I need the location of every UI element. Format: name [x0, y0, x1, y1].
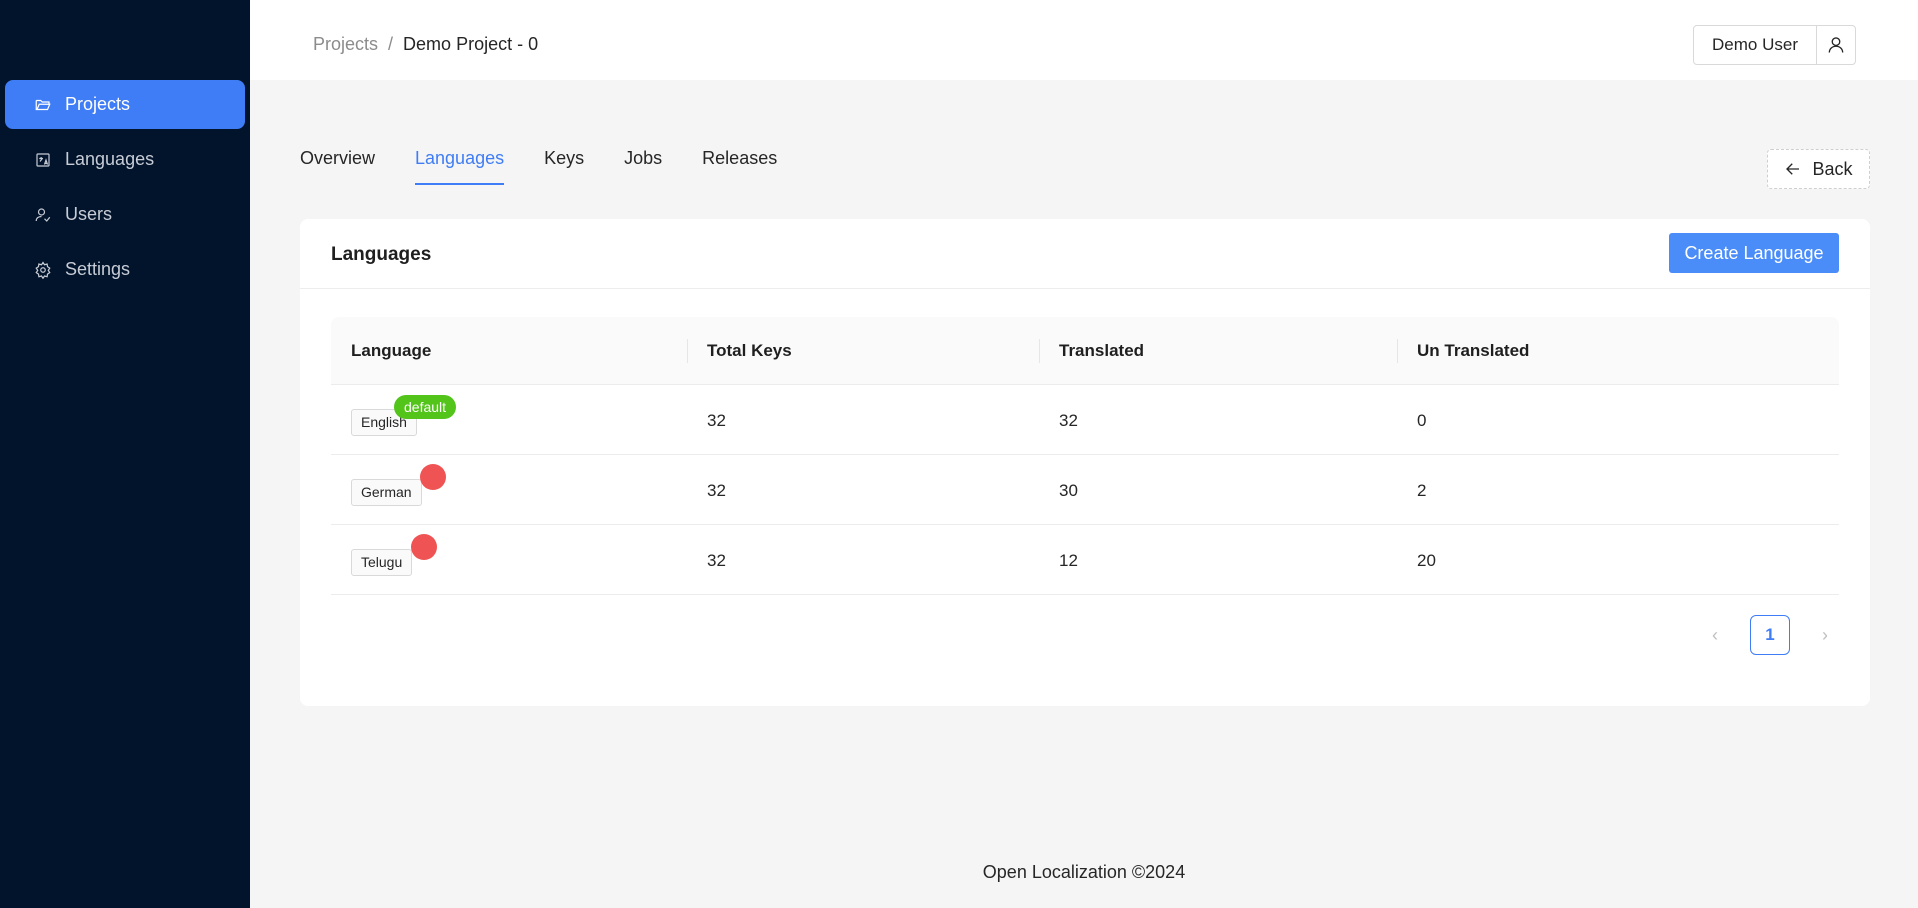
- pagination: ‹ 1 ›: [1700, 615, 1840, 655]
- user-icon[interactable]: [1817, 26, 1855, 64]
- top-header: Projects / Demo Project - 0 Demo User: [250, 0, 1918, 80]
- total-keys-cell: 32: [707, 481, 726, 500]
- breadcrumb-projects-link[interactable]: Projects: [313, 34, 378, 55]
- tab-jobs[interactable]: Jobs: [624, 148, 662, 185]
- column-header-untranslated: Un Translated: [1417, 341, 1530, 360]
- sidebar-item-projects[interactable]: Projects: [5, 80, 245, 129]
- chevron-left-icon[interactable]: ‹: [1700, 615, 1730, 655]
- untranslated-cell: 20: [1417, 551, 1436, 570]
- languages-icon: [33, 150, 53, 170]
- column-divider: [687, 339, 688, 363]
- languages-table: Language Total Keys Translated Un Transl…: [331, 317, 1839, 595]
- sidebar-item-users[interactable]: Users: [5, 190, 245, 239]
- translated-cell: 12: [1059, 551, 1078, 570]
- users-icon: [33, 205, 53, 225]
- table-row: Telugu 32 12 20: [331, 525, 1839, 595]
- sidebar-item-languages[interactable]: Languages: [5, 135, 245, 184]
- untranslated-cell: 2: [1417, 481, 1427, 500]
- chevron-right-icon[interactable]: ›: [1810, 615, 1840, 655]
- back-button[interactable]: Back: [1767, 149, 1870, 189]
- language-tag[interactable]: German: [351, 479, 422, 506]
- status-dot: [411, 534, 437, 560]
- table-header: Language Total Keys Translated Un Transl…: [331, 317, 1839, 385]
- languages-card: Languages Create Language Language Total…: [300, 219, 1870, 706]
- column-divider: [1039, 339, 1040, 363]
- language-tag[interactable]: Telugu: [351, 549, 413, 576]
- folder-open-icon: [33, 95, 53, 115]
- total-keys-cell: 32: [707, 551, 726, 570]
- footer: Open Localization ©2024: [982, 862, 1186, 882]
- total-keys-cell: 32: [707, 411, 726, 430]
- column-divider: [1397, 339, 1398, 363]
- gear-icon: [33, 260, 53, 280]
- breadcrumb-separator: /: [388, 34, 394, 54]
- table-row: English default 32 32 0: [331, 385, 1839, 455]
- translated-cell: 32: [1059, 411, 1078, 430]
- translated-cell: 30: [1059, 481, 1078, 500]
- create-language-button[interactable]: Create Language: [1669, 233, 1839, 273]
- sidebar: Projects Languages Users Settings: [0, 0, 250, 908]
- sidebar-item-label: Users: [65, 204, 113, 224]
- card-title: Languages: [331, 244, 432, 265]
- user-menu-button[interactable]: Demo User: [1693, 25, 1856, 65]
- column-header-language: Language: [351, 341, 432, 360]
- breadcrumb-current: Demo Project - 0: [403, 34, 539, 54]
- page-number-button[interactable]: 1: [1750, 615, 1790, 655]
- sidebar-item-label: Projects: [65, 94, 131, 114]
- tab-releases[interactable]: Releases: [702, 148, 777, 185]
- untranslated-cell: 0: [1417, 411, 1427, 430]
- project-tabs: Overview Languages Keys Jobs Releases: [300, 148, 817, 185]
- breadcrumb: Projects / Demo Project - 0: [313, 34, 538, 55]
- column-header-translated: Translated: [1059, 341, 1145, 360]
- status-dot: [420, 464, 446, 490]
- user-name[interactable]: Demo User: [1694, 26, 1817, 64]
- tab-overview[interactable]: Overview: [300, 148, 375, 185]
- tab-languages[interactable]: Languages: [415, 148, 505, 185]
- default-badge: default: [394, 395, 457, 419]
- arrow-left-icon: [1784, 160, 1802, 178]
- table-row: German 32 30 2: [331, 455, 1839, 525]
- column-header-total-keys: Total Keys: [707, 341, 792, 360]
- sidebar-item-settings[interactable]: Settings: [5, 245, 245, 294]
- back-button-label: Back: [1812, 158, 1853, 179]
- sidebar-menu: Projects Languages Users Settings: [5, 80, 245, 300]
- card-header: Languages Create Language: [300, 219, 1870, 289]
- sidebar-item-label: Languages: [65, 149, 155, 169]
- tab-keys[interactable]: Keys: [544, 148, 584, 185]
- sidebar-item-label: Settings: [65, 259, 131, 279]
